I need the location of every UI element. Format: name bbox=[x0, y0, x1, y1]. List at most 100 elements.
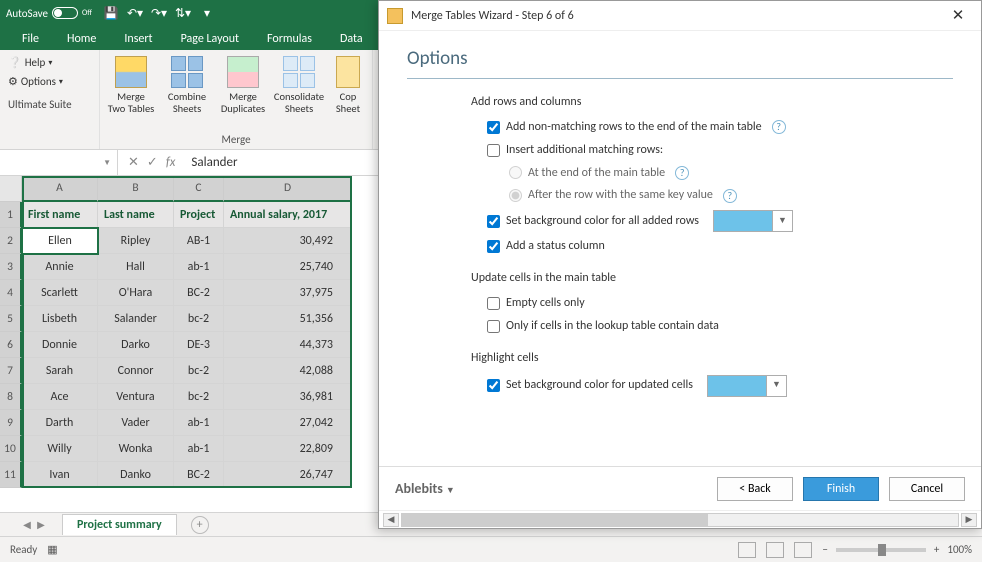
table-cell[interactable]: Danko bbox=[98, 462, 174, 488]
table-cell[interactable]: ab-1 bbox=[174, 410, 224, 436]
scroll-left-icon[interactable]: ◀ bbox=[383, 513, 399, 527]
table-cell[interactable]: BC-2 bbox=[174, 462, 224, 488]
save-icon[interactable]: 💾 bbox=[104, 6, 118, 20]
cancel-icon[interactable]: ✕ bbox=[128, 155, 139, 170]
scroll-right-icon[interactable]: ▶ bbox=[961, 513, 977, 527]
table-cell[interactable]: bc-2 bbox=[174, 358, 224, 384]
table-cell[interactable]: Ellen bbox=[21, 227, 99, 255]
col-header[interactable]: D bbox=[224, 176, 352, 202]
sort-icon[interactable]: ⇅▾ bbox=[176, 6, 190, 20]
table-cell[interactable]: Darko bbox=[98, 332, 174, 358]
help-icon[interactable]: ? bbox=[675, 166, 689, 180]
dialog-titlebar[interactable]: Merge Tables Wizard - Step 6 of 6 ✕ bbox=[379, 1, 981, 31]
view-page-layout-button[interactable] bbox=[766, 542, 784, 558]
zoom-slider[interactable] bbox=[836, 548, 926, 552]
table-cell[interactable]: ab-1 bbox=[174, 254, 224, 280]
table-cell[interactable]: bc-2 bbox=[174, 306, 224, 332]
back-button[interactable]: < Back bbox=[717, 477, 793, 501]
table-cell[interactable]: Ivan bbox=[22, 462, 98, 488]
zoom-in-icon[interactable]: + bbox=[934, 543, 939, 556]
dialog-hscroll[interactable]: ◀ ▶ bbox=[379, 510, 981, 528]
merge-two-tables-button[interactable]: MergeTwo Tables bbox=[104, 54, 158, 131]
cancel-button[interactable]: Cancel bbox=[889, 477, 965, 501]
close-icon[interactable]: ✕ bbox=[943, 6, 973, 25]
tab-page-layout[interactable]: Page Layout bbox=[167, 28, 253, 50]
table-cell[interactable]: AB-1 bbox=[174, 228, 224, 254]
table-cell[interactable]: Sarah bbox=[22, 358, 98, 384]
table-cell[interactable]: Darth bbox=[22, 410, 98, 436]
table-cell[interactable]: 26,747 bbox=[224, 462, 352, 488]
select-all-corner[interactable] bbox=[0, 176, 22, 202]
table-cell[interactable]: bc-2 bbox=[174, 384, 224, 410]
opt-add-nonmatching[interactable]: Add non-matching rows to the end of the … bbox=[487, 119, 953, 136]
table-cell[interactable]: Hall bbox=[98, 254, 174, 280]
opt-insert-matching[interactable]: Insert additional matching rows: bbox=[487, 142, 953, 159]
add-sheet-button[interactable]: + bbox=[191, 516, 209, 534]
row-header[interactable]: 1 bbox=[0, 202, 22, 228]
copy-sheets-button[interactable]: CopSheet bbox=[328, 54, 368, 131]
color-picker-updated[interactable]: ▼ bbox=[707, 375, 787, 397]
row-header[interactable]: 9 bbox=[0, 410, 22, 436]
help-icon[interactable]: ? bbox=[772, 120, 786, 134]
row-header[interactable]: 4 bbox=[0, 280, 22, 306]
brand-link[interactable]: Ablebits▼ bbox=[395, 480, 455, 497]
table-cell[interactable]: Ripley bbox=[98, 228, 174, 254]
zoom-out-icon[interactable]: − bbox=[822, 543, 827, 556]
sheet-nav-next[interactable]: ▶ bbox=[34, 518, 48, 531]
col-header[interactable]: C bbox=[174, 176, 224, 202]
tab-home[interactable]: Home bbox=[53, 28, 110, 50]
table-cell[interactable]: 30,492 bbox=[224, 228, 352, 254]
table-cell[interactable]: Ace bbox=[22, 384, 98, 410]
table-cell[interactable]: Connor bbox=[98, 358, 174, 384]
opt-status-column[interactable]: Add a status column bbox=[487, 238, 953, 255]
macro-record-icon[interactable]: ▦ bbox=[47, 543, 57, 556]
table-cell[interactable]: Scarlett bbox=[22, 280, 98, 306]
options-button[interactable]: ⚙Options▾ bbox=[8, 75, 91, 88]
name-box[interactable]: ▼ bbox=[0, 150, 118, 175]
opt-bg-updated[interactable]: Set background color for updated cells ▼ bbox=[487, 375, 953, 397]
row-header[interactable]: 2 bbox=[0, 228, 22, 254]
table-cell[interactable]: Willy bbox=[22, 436, 98, 462]
col-header[interactable]: B bbox=[98, 176, 174, 202]
table-header-cell[interactable]: Project bbox=[174, 202, 224, 228]
table-cell[interactable]: O'Hara bbox=[98, 280, 174, 306]
table-cell[interactable]: 36,981 bbox=[224, 384, 352, 410]
merge-duplicates-button[interactable]: MergeDuplicates bbox=[216, 54, 270, 131]
sheet-tab[interactable]: Project summary bbox=[62, 514, 177, 535]
opt-empty-only[interactable]: Empty cells only bbox=[487, 295, 953, 312]
table-cell[interactable]: 37,975 bbox=[224, 280, 352, 306]
table-header-cell[interactable]: Last name bbox=[98, 202, 174, 228]
table-cell[interactable]: 25,740 bbox=[224, 254, 352, 280]
row-header[interactable]: 3 bbox=[0, 254, 22, 280]
fx-icon[interactable]: fx bbox=[166, 155, 176, 170]
autosave-toggle[interactable]: AutoSave Off bbox=[6, 7, 92, 20]
consolidate-sheets-button[interactable]: ConsolidateSheets bbox=[272, 54, 326, 131]
table-cell[interactable]: Annie bbox=[22, 254, 98, 280]
help-button[interactable]: ❔Help▾ bbox=[8, 56, 91, 69]
row-header[interactable]: 10 bbox=[0, 436, 22, 462]
view-normal-button[interactable] bbox=[738, 542, 756, 558]
tab-data[interactable]: Data bbox=[326, 28, 377, 50]
row-header[interactable]: 6 bbox=[0, 332, 22, 358]
finish-button[interactable]: Finish bbox=[803, 477, 879, 501]
row-header[interactable]: 5 bbox=[0, 306, 22, 332]
table-cell[interactable]: 42,088 bbox=[224, 358, 352, 384]
view-page-break-button[interactable] bbox=[794, 542, 812, 558]
color-picker-added[interactable]: ▼ bbox=[713, 210, 793, 232]
table-cell[interactable]: Ventura bbox=[98, 384, 174, 410]
customize-qat-icon[interactable]: ▾ bbox=[200, 6, 214, 20]
table-cell[interactable]: 22,809 bbox=[224, 436, 352, 462]
table-header-cell[interactable]: First name bbox=[22, 202, 98, 228]
opt-lookup-has-data[interactable]: Only if cells in the lookup table contai… bbox=[487, 318, 953, 335]
table-cell[interactable]: 44,373 bbox=[224, 332, 352, 358]
combine-sheets-button[interactable]: CombineSheets bbox=[160, 54, 214, 131]
table-cell[interactable]: Salander bbox=[98, 306, 174, 332]
table-cell[interactable]: Vader bbox=[98, 410, 174, 436]
row-header[interactable]: 7 bbox=[0, 358, 22, 384]
table-cell[interactable]: 27,042 bbox=[224, 410, 352, 436]
table-cell[interactable]: Donnie bbox=[22, 332, 98, 358]
opt-bg-added-rows[interactable]: Set background color for all added rows … bbox=[487, 210, 953, 232]
table-cell[interactable]: DE-3 bbox=[174, 332, 224, 358]
enter-icon[interactable]: ✓ bbox=[147, 155, 158, 170]
tab-formulas[interactable]: Formulas bbox=[253, 28, 326, 50]
